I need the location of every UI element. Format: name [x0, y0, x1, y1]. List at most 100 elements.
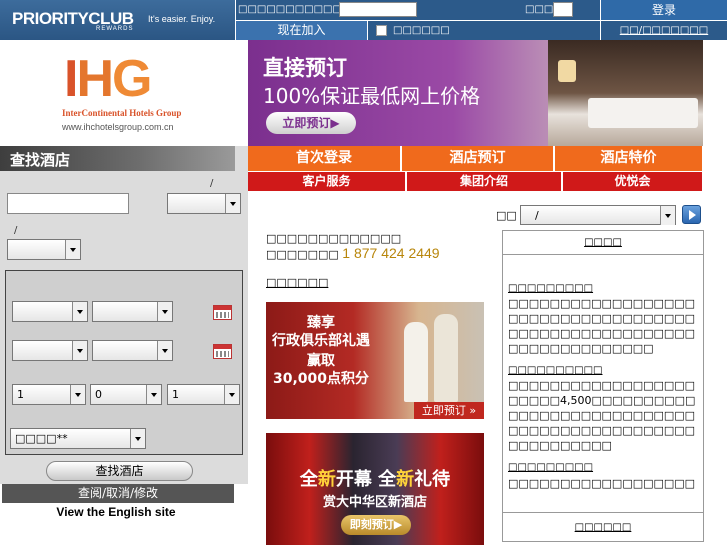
best-price-banner[interactable]: 直接预订 100%保证最低网上价格 立即预订▶ — [248, 40, 703, 146]
hotel-search-panel: 查找酒店 / / 1 0 1 □□□□** — [0, 146, 248, 484]
forgot-pin-link[interactable]: □□/□□□□□□□ — [600, 21, 727, 40]
children-select[interactable]: 1 — [167, 384, 240, 405]
ihg-url: www.ihchotelsgroup.com.cn — [62, 122, 174, 132]
china-promo-book-button[interactable]: 即刻预订▶ — [341, 515, 411, 535]
reservations-info: □□□□□□□□□□□□□ □□□□□□□ 1 877 424 2449 — [266, 232, 440, 262]
reservations-phone-label: □□□□□□□ — [266, 248, 339, 261]
state-select[interactable] — [7, 239, 81, 260]
country-select[interactable] — [167, 193, 241, 214]
news-item-body: □□□□□□□□□□□□□□□□□□□□□□□4,500□□□□□□□□□□□□… — [508, 379, 696, 452]
language-label: □□ — [496, 209, 517, 222]
china-text: 礼待 — [414, 469, 451, 490]
news-item-title[interactable]: □□□□□□□□□ — [508, 283, 593, 294]
reservations-line: □□□□□□□□□□□□□ — [266, 232, 402, 245]
language-select[interactable]: / — [520, 205, 676, 225]
lamp-shape — [558, 60, 576, 82]
manage-booking-button[interactable]: 查阅/取消/修改 — [2, 484, 234, 503]
login-button[interactable]: 登录 — [600, 0, 727, 20]
china-promo-subline: 赏大中华区新酒店 — [322, 495, 427, 510]
chevron-down-icon — [70, 385, 85, 404]
ihg-mark-h: H — [76, 50, 114, 108]
destination-input[interactable] — [7, 193, 129, 214]
chevron-down-icon — [660, 206, 675, 225]
adults-select[interactable]: 0 — [90, 384, 162, 405]
language-value: / — [535, 209, 539, 222]
news-item-body: □□□□□□□□□□□□□□□□□□ — [508, 477, 696, 490]
remember-me-label: □□□□□□ — [393, 25, 450, 36]
news-item-title[interactable]: □□□□□□□□□□ — [508, 365, 602, 376]
nav-about-group[interactable]: 集团介绍 — [407, 172, 562, 191]
checkin-day-select[interactable] — [92, 301, 173, 322]
ihg-logo[interactable]: IHG InterContinental Hotels Group www.ih… — [0, 40, 248, 146]
banner-book-now-button[interactable]: 立即预订▶ — [266, 112, 356, 134]
language-go-icon[interactable] — [682, 205, 701, 224]
news-box: □□□□ □□□□□□□□□ □□□□□□□□□□□□□□□□□□□□□□□□□… — [502, 230, 704, 542]
checkin-calendar-icon[interactable] — [213, 305, 232, 320]
bed-shape — [588, 98, 698, 128]
ihg-mark-i: I — [64, 50, 79, 108]
club-promo-book-button[interactable]: 立即预订 » — [414, 402, 484, 419]
checkout-calendar-icon[interactable] — [213, 344, 232, 359]
china-text-highlight: 新 — [317, 469, 336, 490]
chevron-down-icon — [146, 385, 161, 404]
news-header-link[interactable]: □□□□ — [503, 231, 703, 255]
club-promo-line4: 30,000点积分 — [272, 371, 370, 387]
banner-headline: 直接预订 — [263, 56, 347, 80]
chevron-down-icon — [65, 240, 80, 259]
club-lounge-promo[interactable]: 臻享 行政俱乐部礼遇 赢取 30,000点积分 立即预订 » — [266, 302, 484, 419]
adults-value: 0 — [95, 388, 102, 401]
children-value: 1 — [172, 388, 179, 401]
join-bar: 现在加入 □□□□□□ □□/□□□□□□□ — [236, 20, 727, 40]
club-promo-line1: 臻享 — [307, 315, 335, 331]
new-hotels-promo[interactable]: 全新开幕 全新礼待 赏大中华区新酒店 即刻预订▶ — [266, 433, 484, 545]
china-promo-headline: 全新开幕 全新礼待 — [266, 465, 484, 491]
news-item-title[interactable]: □□□□□□□□□ — [508, 462, 593, 473]
more-link[interactable]: □□□□□□ — [266, 276, 328, 289]
china-text: 全 — [299, 469, 318, 490]
member-number-label: □□□□□□□□□□□□ — [238, 4, 352, 15]
login-bar: □□□□□□□□□□□□ □□□□ 登录 — [236, 0, 727, 20]
join-now-button[interactable]: 现在加入 — [236, 21, 368, 40]
checkout-day-select[interactable] — [92, 340, 173, 361]
destination-label: / — [210, 178, 214, 189]
priority-club-tagline: It's easier. Enjoy. — [148, 14, 216, 24]
ihg-mark: IHG — [64, 53, 152, 105]
nav-hotel-booking[interactable]: 酒店预订 — [402, 146, 554, 171]
chevron-down-icon — [72, 341, 87, 360]
rate-value: □□□□** — [15, 432, 68, 445]
chevron-down-icon — [157, 302, 172, 321]
priority-club-rewards: REWARDS — [96, 26, 134, 32]
nav-hotel-deals[interactable]: 酒店特价 — [555, 146, 703, 171]
chevron-down-icon — [130, 429, 145, 448]
ihg-fullname: InterContinental Hotels Group — [62, 108, 182, 118]
stay-details-box: 1 0 1 □□□□** — [5, 270, 243, 455]
search-panel-title: 查找酒店 — [0, 146, 235, 171]
checkout-month-select[interactable] — [12, 340, 88, 361]
rooms-value: 1 — [17, 388, 24, 401]
reservations-phone-line: □□□□□□□ 1 877 424 2449 — [266, 246, 440, 262]
hotel-room-image — [548, 40, 703, 146]
english-site-link[interactable]: View the English site — [0, 505, 232, 519]
person-figure — [434, 314, 458, 402]
chevron-down-icon — [157, 341, 172, 360]
member-number-input[interactable] — [339, 2, 417, 17]
search-hotels-button[interactable]: 查找酒店 — [46, 461, 193, 481]
ihg-mark-g: G — [112, 50, 152, 108]
state-label: / — [14, 225, 18, 236]
rooms-select[interactable]: 1 — [12, 384, 86, 405]
news-more-link[interactable]: □□□□□□ — [503, 512, 703, 542]
nav-customer-service[interactable]: 客户服务 — [248, 172, 406, 191]
rate-preference-select[interactable]: □□□□** — [10, 428, 146, 449]
news-item-body: □□□□□□□□□□□□□□□□□□□□□□□□□□□□□□□□□□□□□□□□… — [508, 297, 696, 355]
remember-me-checkbox[interactable] — [376, 25, 387, 36]
banner-subline: 100%保证最低网上价格 — [263, 84, 481, 108]
nav-priority-club[interactable]: 优悦会 — [563, 172, 703, 191]
person-figure — [404, 322, 428, 402]
china-text: 开幕 全 — [335, 469, 397, 490]
chevron-down-icon — [72, 302, 87, 321]
pin-input[interactable] — [553, 2, 573, 17]
checkin-month-select[interactable] — [12, 301, 88, 322]
priority-club-logo[interactable]: PRIORITYCLUB REWARDS It's easier. Enjoy. — [0, 0, 235, 40]
reservations-phone: 1 877 424 2449 — [342, 245, 440, 261]
nav-first-login[interactable]: 首次登录 — [248, 146, 401, 171]
